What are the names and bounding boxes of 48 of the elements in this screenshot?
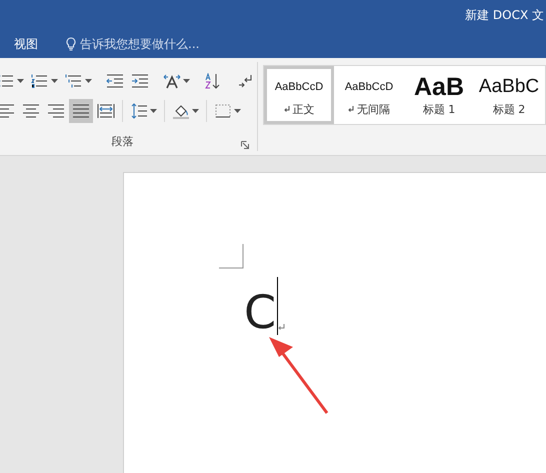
style-item[interactable]: AaBbCcD 正文 — [264, 66, 334, 124]
caret-icon — [17, 79, 24, 83]
multilevel-icon — [65, 73, 83, 89]
window-title: 新建 DOCX 文 — [465, 6, 545, 24]
margin-corner-icon — [219, 244, 244, 269]
caret-icon — [192, 109, 199, 113]
bullets-icon — [0, 73, 15, 89]
style-name: 正文 — [292, 102, 314, 117]
caret-icon — [51, 79, 58, 83]
tell-me-field[interactable]: 告诉我您想要做什么... — [66, 37, 230, 51]
style-name: 无间隔 — [357, 102, 390, 117]
justify-icon — [72, 103, 90, 119]
text-cursor — [277, 277, 278, 335]
style-preview: AaBbCcD — [344, 80, 394, 95]
return-mark-icon — [284, 106, 290, 113]
caret-icon — [85, 79, 92, 83]
style-preview: AaBbCcD — [274, 80, 324, 95]
outdent-icon — [106, 73, 124, 89]
lightbulb-icon — [66, 37, 76, 51]
style-item[interactable]: AaB 标题 1 — [404, 66, 474, 124]
spacing-icon — [163, 73, 181, 89]
indent-icon — [131, 73, 149, 89]
style-item[interactable]: AaBbCcD 无间隔 — [334, 66, 404, 124]
document-text: C — [244, 289, 276, 335]
paragraph-mark-icon — [278, 324, 286, 331]
style-preview: AaBbC — [478, 75, 540, 99]
dialog-launcher-icon[interactable] — [241, 141, 249, 149]
caret-icon — [183, 79, 190, 83]
caret-icon — [150, 109, 157, 113]
caret-icon — [234, 109, 241, 113]
shading-icon — [172, 103, 190, 119]
style-preview: AaB — [412, 73, 465, 101]
toolbar-button[interactable] — [69, 99, 93, 123]
align-left-icon — [0, 103, 15, 119]
line-spacing-icon — [130, 103, 148, 119]
align-center-icon — [22, 103, 40, 119]
style-name: 标题 1 — [422, 102, 456, 117]
marks-icon — [236, 73, 254, 89]
numbering-icon — [31, 73, 49, 89]
borders-icon — [214, 103, 232, 119]
sort-icon — [204, 73, 222, 89]
align-right-icon — [47, 103, 65, 119]
group-label: 段落 — [112, 134, 134, 149]
style-name: 标题 2 — [492, 102, 526, 117]
distribute-icon — [97, 103, 115, 119]
style-item[interactable]: AaBbC 标题 2 — [474, 66, 544, 124]
ribbon-tab[interactable]: 视图 — [0, 30, 52, 58]
return-mark-icon — [348, 106, 354, 113]
